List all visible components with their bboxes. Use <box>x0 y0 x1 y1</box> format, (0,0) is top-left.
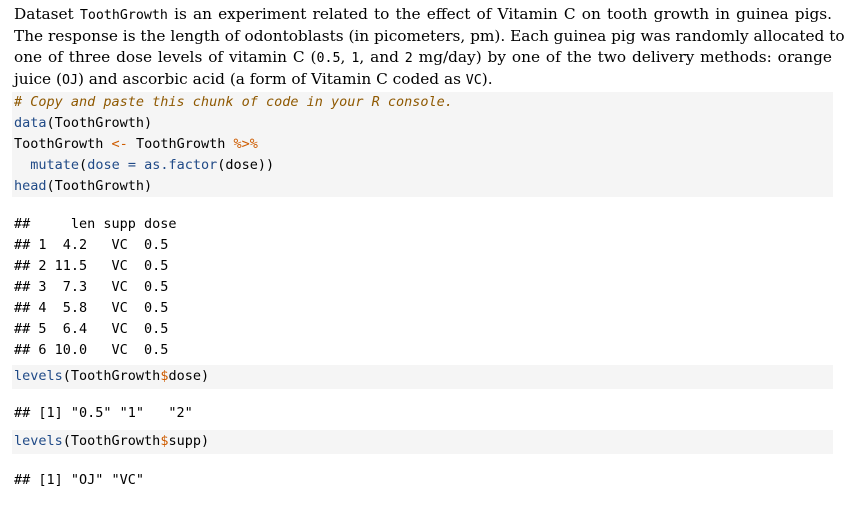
head-output: ## len supp dose ## 1 4.2 VC 0.5 ## 2 11.5… <box>14 214 177 361</box>
intro-line-3: one of three dose levels of vitamin C (0… <box>14 48 832 66</box>
output-line: ## len supp dose <box>14 216 177 232</box>
code-chunk-levels-supp[interactable]: levels(ToothGrowth$supp) <box>12 430 833 454</box>
output-line: ## 3 7.3 VC 0.5 <box>14 279 169 295</box>
inline-code: VC <box>465 73 482 88</box>
code-line-head: head(ToothGrowth) <box>14 178 153 194</box>
output-line: ## 2 11.5 VC 0.5 <box>14 258 169 274</box>
levels-dose-output: ## [1] "0.5" "1" "2" <box>14 405 193 421</box>
levels-supp-output: ## [1] "OJ" "VC" <box>14 472 145 488</box>
output-line: ## 4 5.8 VC 0.5 <box>14 300 169 316</box>
inline-code: ToothGrowth <box>79 8 168 23</box>
code-line-comment: # Copy and paste this chunk of code in y… <box>14 94 453 110</box>
intro-line-2: The response is the length of odontoblas… <box>14 27 845 45</box>
intro-line-1: Dataset ToothGrowth is an experiment rel… <box>14 5 832 23</box>
code-chunk-levels-dose[interactable]: levels(ToothGrowth$dose) <box>12 365 833 389</box>
intro-line-4: juice (OJ) and ascorbic acid (a form of … <box>14 70 493 88</box>
code-line-mutate: mutate(dose = as.factor(dose)) <box>30 157 275 173</box>
code-line-assign: ToothGrowth <- ToothGrowth %>% <box>14 136 258 152</box>
inline-code: 2 <box>404 51 413 66</box>
output-line: ## 1 4.2 VC 0.5 <box>14 237 169 253</box>
code-chunk-setup[interactable]: # Copy and paste this chunk of code in y… <box>12 92 833 197</box>
intro-paragraph: Dataset ToothGrowth is an experiment rel… <box>14 4 845 91</box>
output-line: ## 5 6.4 VC 0.5 <box>14 321 169 337</box>
inline-code: OJ <box>61 73 78 88</box>
inline-code: 0.5 <box>316 51 341 66</box>
code-line-data: data(ToothGrowth) <box>14 115 153 131</box>
output-line: ## 6 10.0 VC 0.5 <box>14 342 169 358</box>
document-page: Dataset ToothGrowth is an experiment rel… <box>0 0 845 508</box>
